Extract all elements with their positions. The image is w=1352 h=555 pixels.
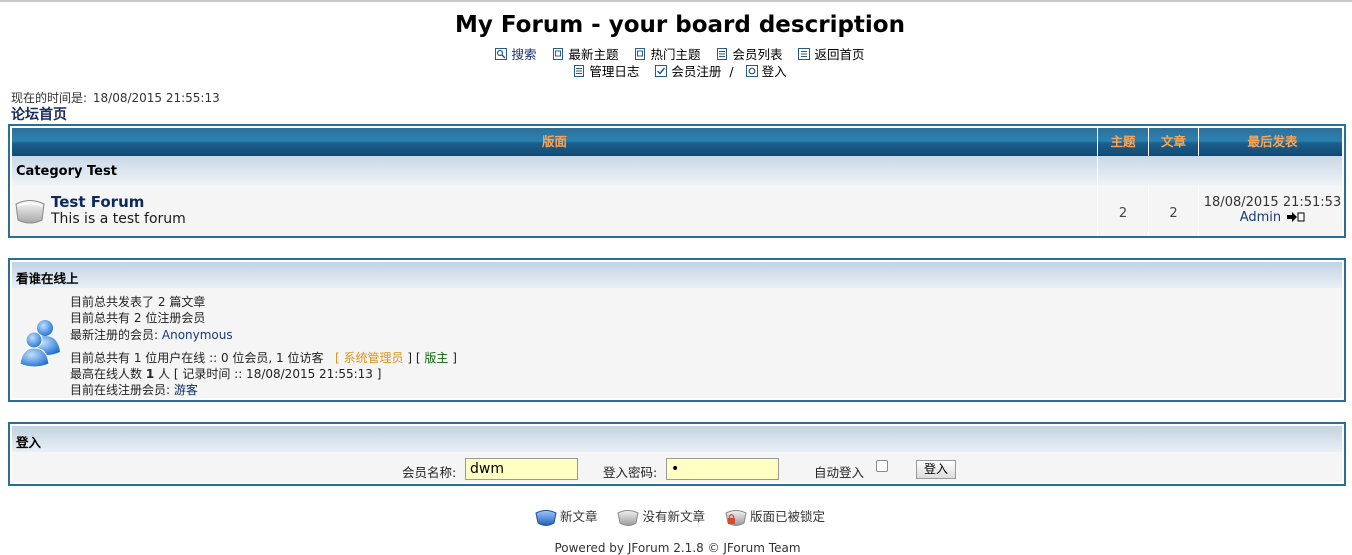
powered-by-footer: Powered by JForum 2.1.8 © JForum Team: [554, 541, 801, 555]
username-label: 会员名称:: [402, 465, 457, 480]
document-icon: [635, 48, 646, 60]
newest-member-link[interactable]: Anonymous: [162, 328, 233, 342]
go-to-last-post-icon[interactable]: [1287, 212, 1305, 222]
password-label: 登入密码:: [603, 465, 658, 480]
login-form: 会员名称: dwm 登入密码: • 自动登入 登入: [12, 452, 1342, 482]
users-online-line: 目前总共有 1 位用户在线 :: 0 位会员, 1 位访客 [ 系统管理员 ] …: [70, 351, 457, 365]
forum-list-table: 版面 主题 文章 最后发表 Category Test Test Forum T…: [8, 124, 1346, 238]
online-header: 看谁在线上: [12, 262, 1342, 288]
column-header-topics: 主题: [1110, 134, 1136, 149]
no-new-posts-icon: [14, 198, 46, 229]
column-header-posts: 文章: [1160, 134, 1186, 149]
forum-posts-count: 2: [1169, 206, 1178, 221]
login-panel: 登入 会员名称: dwm 登入密码: • 自动登入 登入: [8, 422, 1346, 486]
online-body: 目前总共发表了 2 篇文章 目前总共有 2 位注册会员 最新注册的会员: Ano…: [12, 288, 1342, 398]
forum-topics-count: 2: [1118, 206, 1128, 221]
nav-moderation-log[interactable]: 管理日志: [573, 61, 639, 80]
forum-table-header: 版面 主题 文章 最后发表: [12, 128, 1342, 156]
last-post-date: 18/08/2015 21:51:53: [1203, 195, 1342, 210]
legend-no-new-posts: 没有新文章: [617, 506, 705, 527]
username-input[interactable]: dwm: [465, 458, 578, 480]
search-icon: [495, 48, 508, 60]
most-online-line: 最高在线人数 1 人 [ 记录时间 :: 18/08/2015 21:55:13…: [70, 367, 382, 381]
locked-forum-icon: [725, 509, 747, 526]
category-name[interactable]: Category Test: [16, 164, 117, 179]
autologin-checkbox[interactable]: [876, 460, 888, 472]
document-icon: [553, 48, 564, 60]
checkbox-icon: [655, 65, 668, 77]
login-submit-button[interactable]: 登入: [916, 460, 956, 479]
total-posts-line: 目前总共发表了 2 篇文章: [70, 295, 206, 309]
nav-separator: /: [729, 64, 734, 79]
forum-last-post: 18/08/2015 21:51:53 Admin: [1199, 185, 1346, 236]
login-icon: [745, 65, 758, 77]
legend-locked-forum: 版面已被锁定: [725, 506, 825, 527]
users-online-icon: [18, 318, 62, 371]
online-title: 看谁在线上: [16, 271, 79, 286]
column-header-last-post: 最后发表: [1247, 134, 1298, 149]
breadcrumb-forum-index[interactable]: 论坛首页: [11, 104, 67, 124]
last-post-author-link[interactable]: Admin: [1240, 210, 1281, 225]
board-title: My Forum - your board description: [455, 12, 905, 38]
category-row: Category Test: [12, 156, 1342, 185]
list-icon: [717, 48, 728, 60]
home-icon: [798, 48, 811, 60]
moderator-legend: 版主: [424, 351, 449, 365]
top-border-line: [0, 0, 1352, 2]
total-members-line: 目前总共有 2 位注册会员: [70, 311, 206, 325]
legend-new-posts: 新文章: [535, 506, 598, 527]
current-time-value: 18/08/2015 21:55:13: [92, 91, 220, 105]
forum-name-link[interactable]: Test Forum: [51, 193, 144, 211]
registered-online-line: 目前在线注册会员: 游客: [70, 383, 198, 397]
new-posts-icon: [535, 509, 557, 526]
forum-icon-legend: 新文章 没有新文章 版面已被锁定: [0, 506, 1352, 527]
login-title: 登入: [16, 435, 42, 450]
administrator-legend: 系统管理员: [343, 351, 404, 365]
main-nav-row-2: 管理日志 会员注册 / 登入: [0, 61, 1352, 80]
forum-row: Test Forum This is a test forum 2 2 18/0…: [12, 185, 1342, 236]
newest-member-line: 最新注册的会员: Anonymous: [70, 328, 233, 342]
forum-description: This is a test forum: [51, 211, 186, 227]
password-input[interactable]: •: [666, 458, 779, 480]
log-icon: [574, 65, 585, 77]
column-divider: [1097, 156, 1098, 185]
autologin-label: 自动登入: [814, 465, 865, 480]
login-header: 登入: [12, 426, 1342, 452]
no-new-posts-icon: [617, 509, 640, 526]
who-is-online-panel: 看谁在线上 目前总共发表了 2 篇文章 目前总共有 2 位注册会员 最新注册的会…: [8, 258, 1346, 402]
nav-register[interactable]: 会员注册: [655, 61, 721, 80]
nav-login[interactable]: 登入: [745, 61, 787, 80]
column-header-forum: 版面: [541, 134, 567, 149]
